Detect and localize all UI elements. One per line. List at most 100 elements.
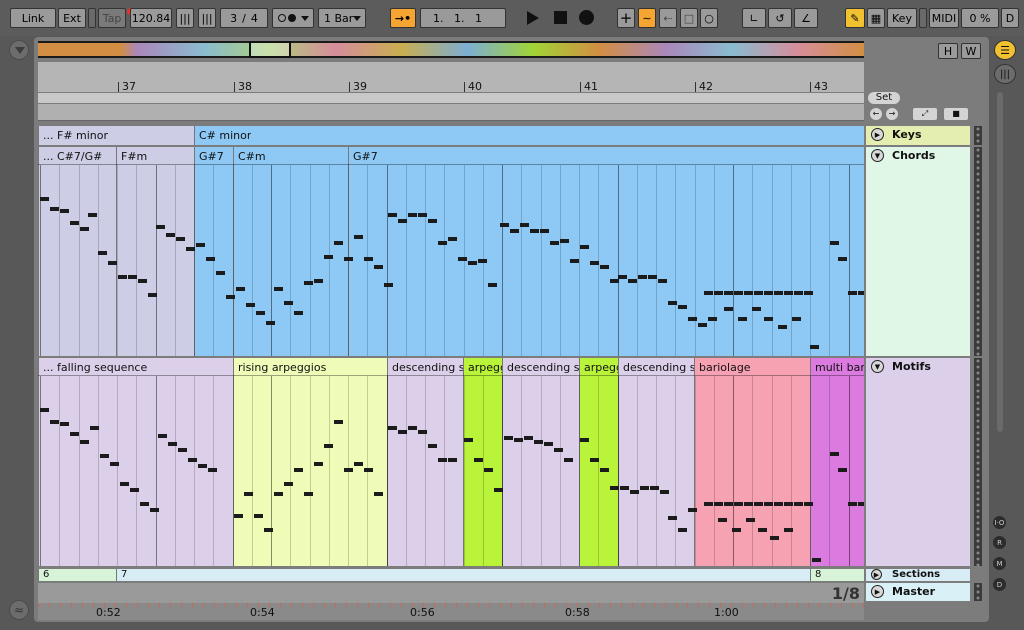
- midi-note[interactable]: [830, 241, 839, 245]
- midi-note[interactable]: [554, 448, 563, 452]
- midi-note[interactable]: [418, 213, 427, 217]
- draw-mode-pencil-icon[interactable]: ✎: [845, 8, 865, 28]
- midi-note[interactable]: [418, 430, 427, 434]
- midi-note[interactable]: [374, 265, 383, 269]
- midi-note[interactable]: [668, 301, 677, 305]
- midi-note[interactable]: [810, 345, 819, 349]
- midi-note[interactable]: [98, 251, 107, 255]
- midi-note[interactable]: [724, 307, 733, 311]
- midi-note[interactable]: [314, 279, 323, 283]
- midi-note[interactable]: [660, 490, 669, 494]
- midi-note[interactable]: [428, 219, 437, 223]
- punch-out-icon[interactable]: ∠: [794, 8, 818, 28]
- midi-note[interactable]: [138, 279, 147, 283]
- midi-note[interactable]: [734, 502, 743, 506]
- midi-note[interactable]: [40, 408, 49, 412]
- midi-note[interactable]: [678, 305, 687, 309]
- midi-note[interactable]: [178, 448, 187, 452]
- midi-note[interactable]: [274, 287, 283, 291]
- midi-note[interactable]: [464, 438, 473, 442]
- midi-note[interactable]: [198, 464, 207, 468]
- play-button[interactable]: [527, 11, 539, 25]
- midi-note[interactable]: [284, 301, 293, 305]
- midi-note[interactable]: [478, 259, 487, 263]
- midi-note[interactable]: [570, 259, 579, 263]
- midi-note[interactable]: [744, 502, 753, 506]
- midi-note[interactable]: [166, 233, 175, 237]
- midi-note[interactable]: [364, 468, 373, 472]
- midi-note[interactable]: [70, 221, 79, 225]
- keys-clip[interactable]: ... F# minor: [38, 126, 194, 145]
- track-resize-handle[interactable]: [974, 358, 982, 566]
- midi-note[interactable]: [236, 287, 245, 291]
- browser-menu-icon[interactable]: ☰: [994, 40, 1016, 60]
- midi-note[interactable]: [344, 257, 353, 261]
- midi-note[interactable]: [610, 486, 619, 490]
- midi-note[interactable]: [560, 239, 569, 243]
- loop-switch-icon[interactable]: ↺: [768, 8, 792, 28]
- midi-note[interactable]: [374, 492, 383, 496]
- track-resize-handle[interactable]: [974, 126, 982, 145]
- track-resize-handle[interactable]: [974, 147, 982, 356]
- midi-note[interactable]: [732, 528, 741, 532]
- midi-note[interactable]: [650, 486, 659, 490]
- midi-note[interactable]: [150, 508, 159, 512]
- nudge-button[interactable]: [88, 8, 96, 28]
- midi-note[interactable]: [438, 458, 447, 462]
- capture-icon[interactable]: □: [680, 8, 698, 28]
- midi-note[interactable]: [398, 219, 407, 223]
- midi-note[interactable]: [344, 468, 353, 472]
- midi-note[interactable]: [108, 261, 117, 265]
- computer-midi-keyboard-icon[interactable]: ▦: [867, 8, 885, 28]
- midi-note[interactable]: [764, 291, 773, 295]
- midi-note[interactable]: [778, 325, 787, 329]
- master-track-header[interactable]: ▶ Master: [866, 583, 970, 601]
- time-signature-field[interactable]: 3 / 4: [220, 8, 268, 28]
- returns-toggle-button[interactable]: R: [993, 536, 1006, 549]
- motifs-track-header[interactable]: ▼ Motifs: [866, 358, 970, 566]
- midi-note[interactable]: [494, 488, 503, 492]
- midi-note[interactable]: [50, 420, 59, 424]
- midi-note[interactable]: [448, 458, 457, 462]
- midi-note[interactable]: [50, 207, 59, 211]
- vertical-scrollbar[interactable]: [997, 92, 1003, 432]
- midi-note[interactable]: [744, 291, 753, 295]
- midi-note[interactable]: [246, 303, 255, 307]
- midi-note[interactable]: [216, 271, 225, 275]
- keys-clip[interactable]: C# minor: [194, 126, 864, 145]
- key-map-button[interactable]: Key: [887, 8, 917, 28]
- midi-note[interactable]: [188, 458, 197, 462]
- midi-note[interactable]: [746, 518, 755, 522]
- lock-envelopes-icon[interactable]: ■: [944, 108, 968, 120]
- loop-brace-lane[interactable]: [38, 93, 864, 103]
- midi-note[interactable]: [590, 261, 599, 265]
- midi-note[interactable]: [408, 426, 417, 430]
- midi-note[interactable]: [764, 317, 773, 321]
- midi-note[interactable]: [100, 454, 109, 458]
- midi-note[interactable]: [812, 558, 821, 562]
- tempo-field[interactable]: 120.84: [130, 8, 172, 28]
- midi-note[interactable]: [40, 197, 49, 201]
- midi-note[interactable]: [838, 257, 847, 261]
- midi-note[interactable]: [520, 223, 529, 227]
- previous-locator-icon[interactable]: ←: [870, 108, 882, 120]
- midi-note[interactable]: [830, 452, 839, 456]
- midi-note[interactable]: [630, 490, 639, 494]
- sections-clip[interactable]: 6: [38, 569, 116, 581]
- midi-note[interactable]: [266, 321, 275, 325]
- midi-note[interactable]: [678, 528, 687, 532]
- chords-track-header[interactable]: ▼ Chords: [866, 147, 970, 356]
- quantize-dropdown[interactable]: 1 Bar: [318, 8, 366, 28]
- midi-note[interactable]: [304, 281, 313, 285]
- seconds-time-ruler[interactable]: 0:52 0:54 0:56 0:58 1:00: [38, 603, 864, 620]
- midi-note[interactable]: [428, 444, 437, 448]
- midi-note[interactable]: [60, 209, 69, 213]
- midi-note[interactable]: [60, 422, 69, 426]
- midi-note[interactable]: [314, 462, 323, 466]
- tap-tempo-button[interactable]: Tap: [98, 8, 126, 28]
- beat-time-ruler[interactable]: 37 38 39 40 41 42 43: [38, 62, 864, 93]
- overview-width-button[interactable]: W: [961, 43, 981, 59]
- midi-note[interactable]: [754, 291, 763, 295]
- midi-note[interactable]: [208, 468, 217, 472]
- midi-note[interactable]: [324, 255, 333, 259]
